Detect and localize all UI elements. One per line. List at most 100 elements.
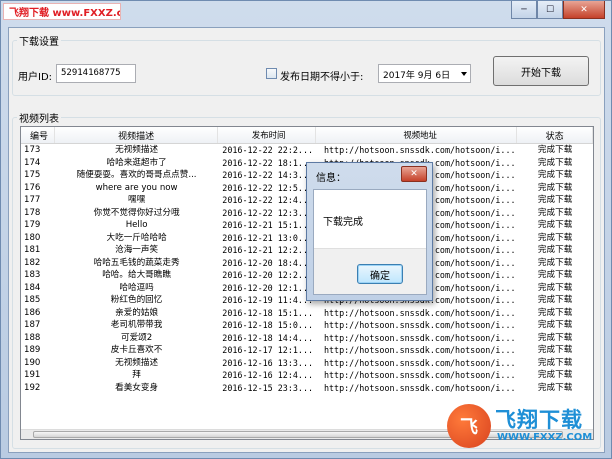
date-filter-label: 发布日期不得小于:: [280, 72, 364, 83]
title-bar[interactable]: 飞翔下载 www.FXXZ.com ─ ☐ ✕: [1, 1, 611, 23]
date-picker[interactable]: 2017年 9月 6日: [378, 64, 471, 83]
close-button[interactable]: ✕: [563, 1, 605, 19]
cell-publish-time: 2016-12-22 18:1...: [222, 157, 314, 168]
cell-publish-time: 2016-12-22 12:3...: [222, 207, 314, 218]
table-row[interactable]: 190 无视频描述 2016-12-16 13:3... http://hotsoon…: [21, 357, 593, 370]
cell-description: 看美女变身: [115, 382, 159, 393]
cell-id: 174: [24, 157, 41, 168]
cell-publish-time: 2016-12-19 11:4...: [222, 295, 314, 305]
cell-description: 无视频描述: [115, 145, 159, 155]
table-row[interactable]: 189 皮卡丘喜欢不 2016-12-17 12:1... http://hotsoo…: [21, 344, 593, 357]
cell-status: 完成下载: [537, 332, 573, 343]
cell-id: 181: [24, 245, 41, 255]
cell-publish-time: 2016-12-21 12:2...: [222, 245, 314, 255]
cell-publish-time: 2016-12-21 15:1...: [222, 220, 314, 230]
cell-id: 176: [24, 182, 41, 193]
table-row[interactable]: 187 老司机带带我 2016-12-18 15:0... http://hotsoo…: [21, 319, 593, 332]
cell-id: 177: [24, 195, 41, 205]
table-row[interactable]: 192 看美女变身 2016-12-15 23:3... http://hotsoon…: [21, 382, 593, 395]
cell-status: 完成下载: [537, 345, 573, 355]
cell-publish-time: 2016-12-20 18:4...: [222, 257, 314, 268]
table-row[interactable]: 188 可爱颂2 2016-12-18 14:4... http://hotsoon.…: [21, 332, 593, 345]
cell-status: 完成下载: [537, 370, 573, 380]
cell-status: 完成下载: [537, 282, 573, 293]
cell-description: 拜: [132, 370, 141, 380]
cell-publish-time: 2016-12-22 12:5...: [222, 182, 314, 193]
cell-id: 184: [24, 282, 41, 293]
dialog-ok-button[interactable]: 确定: [357, 264, 403, 284]
cell-id: 190: [24, 357, 41, 368]
cell-video-url: http://hotsoon.snssdk.com/hotsoon/i...: [323, 320, 516, 330]
video-list-label: 视频列表: [17, 110, 61, 125]
cell-description: 大吃一斤哈哈哈: [106, 232, 167, 243]
cell-id: 180: [24, 232, 41, 243]
minimize-icon: ─: [521, 4, 527, 15]
cell-publish-time: 2016-12-20 12:1...: [222, 282, 314, 293]
table-row[interactable]: 191 拜 2016-12-16 12:4... http://hotsoon.sns…: [21, 369, 593, 382]
cell-publish-time: 2016-12-20 12:2...: [222, 270, 314, 280]
watermark: 飞 飞翔下载 WWW.FXXZ.COM: [447, 402, 605, 452]
cell-video-url: http://hotsoon.snssdk.com/hotsoon/i...: [323, 357, 516, 368]
cell-video-url: http://hotsoon.snssdk.com/hotsoon/i...: [323, 145, 516, 155]
cell-description: 嘿嘿: [127, 195, 146, 205]
cell-video-url: http://hotsoon.snssdk.com/hotsoon/i...: [323, 370, 516, 380]
cell-status: 完成下载: [537, 307, 573, 318]
cell-publish-time: 2016-12-16 13:3...: [222, 357, 314, 368]
cell-id: 192: [24, 382, 41, 393]
cell-description: 可爱颂2: [120, 332, 153, 343]
maximize-button[interactable]: ☐: [537, 1, 563, 19]
cell-id: 182: [24, 257, 41, 268]
cell-id: 188: [24, 332, 41, 343]
cell-description: 亲爱的姑娘: [115, 307, 159, 318]
cell-status: 完成下载: [537, 320, 573, 330]
site-logo-banner: 飞翔下载 www.FXXZ.com: [3, 3, 121, 20]
logo-text: 飞翔下载 www.FXXZ.com: [9, 8, 120, 19]
cell-description: 随便耍耍。喜欢的哥哥点点赞...: [76, 170, 197, 180]
cell-status: 完成下载: [537, 170, 573, 180]
column-header-video-url[interactable]: 视频地址: [316, 127, 518, 143]
watermark-logo-icon: 飞: [447, 404, 491, 448]
cell-publish-time: 2016-12-21 13:0...: [222, 232, 314, 243]
cell-id: 191: [24, 370, 41, 380]
cell-description: 哈哈来逛超市了: [106, 157, 167, 168]
cell-status: 完成下载: [537, 357, 573, 368]
close-icon: ✕: [580, 4, 588, 15]
cell-description: 无视频描述: [115, 357, 159, 368]
cell-id: 173: [24, 145, 41, 155]
column-header-id[interactable]: 编号: [21, 127, 55, 143]
cell-id: 178: [24, 207, 41, 218]
column-header-description[interactable]: 视频描述: [55, 127, 219, 143]
cell-publish-time: 2016-12-22 14:3...: [222, 170, 314, 180]
cell-description: Hello: [125, 220, 148, 230]
cell-video-url: http://hotsoon.snssdk.com/hotsoon/i...: [323, 382, 516, 393]
minimize-button[interactable]: ─: [511, 1, 537, 19]
table-row[interactable]: 186 亲爱的姑娘 2016-12-18 15:1... http://hotsoon…: [21, 307, 593, 320]
table-row[interactable]: 173 无视频描述 2016-12-22 22:2... http://hotsoon…: [21, 144, 593, 157]
column-header-status[interactable]: 状态: [517, 127, 593, 143]
user-id-label: 用户ID:: [18, 72, 53, 83]
cell-description: 哈哈五毛钱的蔬菜走秀: [93, 257, 180, 268]
cell-video-url: http://hotsoon.snssdk.com/hotsoon/i...: [323, 345, 516, 355]
cell-status: 完成下载: [537, 207, 573, 218]
cell-publish-time: 2016-12-22 22:2...: [222, 145, 314, 155]
cell-status: 完成下载: [537, 232, 573, 243]
cell-id: 187: [24, 320, 41, 330]
list-header: 编号 视频描述 发布时间 视频地址 状态: [21, 127, 593, 144]
column-header-publish-time[interactable]: 发布时间: [218, 127, 316, 143]
cell-description: 老司机带带我: [110, 320, 163, 330]
start-download-button[interactable]: 开始下载: [493, 56, 589, 86]
cell-status: 完成下载: [537, 245, 573, 255]
cell-id: 189: [24, 345, 41, 355]
cell-description: 哈哈。给大哥瞧瞧: [102, 270, 171, 280]
cell-id: 179: [24, 220, 41, 230]
dialog-close-button[interactable]: ✕: [401, 166, 427, 182]
download-settings-label: 下载设置: [17, 33, 61, 48]
cell-publish-time: 2016-12-22 12:4...: [222, 195, 314, 205]
cell-description: 沧海一声笑: [115, 245, 159, 255]
user-id-input[interactable]: 52914168775: [56, 64, 136, 83]
dialog-body: 下载完成 确定: [313, 189, 427, 295]
date-filter-checkbox[interactable]: [266, 68, 277, 79]
cell-id: 183: [24, 270, 41, 280]
close-icon: ✕: [410, 169, 418, 179]
date-picker-value: 2017年 9月 6日: [383, 71, 451, 81]
